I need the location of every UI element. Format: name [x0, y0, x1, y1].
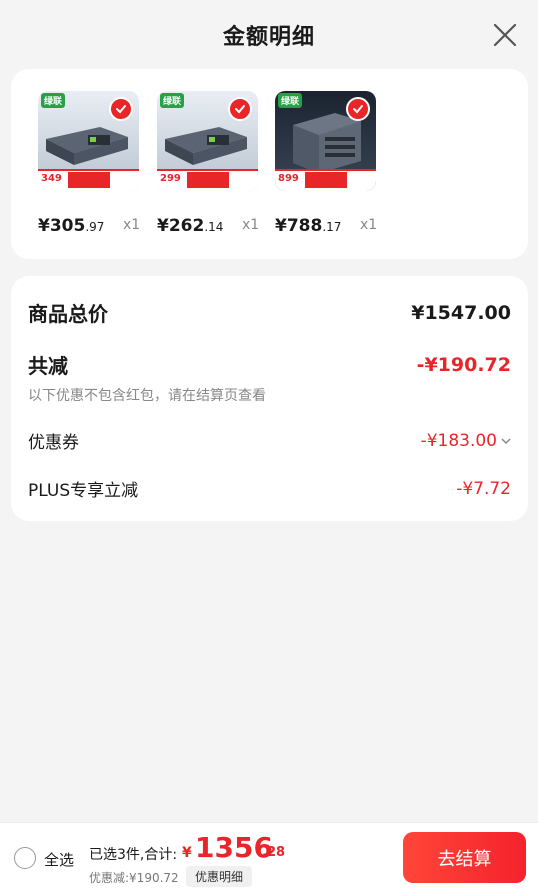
- checked-icon[interactable]: [346, 97, 370, 121]
- discount-detail-button[interactable]: 优惠明细: [186, 866, 253, 887]
- close-icon[interactable]: [492, 22, 518, 48]
- product-price: ¥788.17: [275, 216, 341, 236]
- price-decimal: .14: [204, 220, 224, 234]
- header: 金额明细: [0, 0, 538, 70]
- promo-note-icon: [305, 172, 347, 188]
- plus-value: -¥7.72: [456, 478, 511, 499]
- select-all-radio[interactable]: [14, 847, 36, 869]
- promo-strip: 299: [157, 169, 258, 191]
- goods-total-value: ¥1547.00: [411, 301, 511, 324]
- promo-note-icon: [187, 172, 229, 188]
- promo-note-icon: [68, 172, 110, 188]
- checked-icon[interactable]: [228, 97, 252, 121]
- price-integer: ¥262: [157, 216, 205, 236]
- coupon-row[interactable]: 优惠券 -¥183.00: [28, 428, 511, 453]
- total-reduce-row: 共减 -¥190.72: [28, 350, 511, 379]
- coupon-value-wrap[interactable]: -¥183.00: [421, 431, 511, 451]
- price-decimal: .97: [85, 220, 105, 234]
- product-quantity: x1: [360, 217, 378, 233]
- coupon-value: -¥183.00: [420, 430, 497, 451]
- total-reduce-value: -¥190.72: [416, 353, 511, 376]
- price-summary-card: 商品总价 ¥1547.00 共减 -¥190.72 以下优惠不包含红包，请在结算…: [11, 276, 528, 521]
- total-reduce-label: 共减: [28, 354, 68, 378]
- discount-note: 以下优惠不包含红包，请在结算页查看: [28, 388, 266, 404]
- selected-info: 已选3件,合计:: [89, 847, 178, 863]
- checked-icon[interactable]: [109, 97, 133, 121]
- page-title: 金额明细: [222, 25, 315, 50]
- product-price: ¥305.97: [38, 216, 104, 236]
- plus-label: PLUS专享立减: [28, 481, 139, 501]
- coupon-label: 优惠券: [28, 433, 79, 453]
- product-thumbnail[interactable]: 绿联 349: [38, 91, 139, 191]
- product-price: ¥262.14: [157, 216, 223, 236]
- goods-total-row: 商品总价 ¥1547.00: [28, 298, 511, 327]
- product-list-card: 绿联 349 ¥305.97 x1 绿联 299 ¥262.14 x1 绿联 8…: [11, 69, 528, 259]
- chevron-down-icon[interactable]: [501, 437, 511, 445]
- promo-strip: 899: [275, 169, 376, 191]
- brand-tag: 绿联: [160, 93, 185, 108]
- total-decimal: .28: [262, 845, 286, 860]
- thumb-price: 899: [278, 173, 299, 184]
- discount-amount: 优惠减:¥190.72: [89, 871, 179, 885]
- total-currency: ¥: [182, 845, 192, 861]
- product-quantity: x1: [242, 217, 260, 233]
- thumb-price: 349: [41, 173, 62, 184]
- brand-tag: 绿联: [41, 93, 66, 108]
- thumb-price: 299: [160, 173, 181, 184]
- price-integer: ¥305: [38, 216, 86, 236]
- brand-tag: 绿联: [278, 93, 303, 108]
- checkout-bar: 全选 已选3件,合计: ¥ 1356 .28 优惠减:¥190.72 优惠明细 …: [0, 822, 538, 890]
- product-item[interactable]: 绿联 899 ¥788.17 x1: [275, 91, 377, 236]
- goods-total-label: 商品总价: [28, 302, 108, 326]
- product-quantity: x1: [123, 217, 141, 233]
- checkout-button[interactable]: 去结算: [403, 832, 526, 883]
- plus-reduce-row: PLUS专享立减 -¥7.72: [28, 476, 511, 502]
- price-decimal: .17: [322, 220, 342, 234]
- product-item[interactable]: 绿联 349 ¥305.97 x1: [38, 91, 140, 236]
- promo-strip: 349: [38, 169, 139, 191]
- select-all-label[interactable]: 全选: [44, 849, 74, 870]
- price-integer: ¥788: [275, 216, 323, 236]
- product-item[interactable]: 绿联 299 ¥262.14 x1: [157, 91, 259, 236]
- product-thumbnail[interactable]: 绿联 299: [157, 91, 258, 191]
- product-thumbnail[interactable]: 绿联 899: [275, 91, 376, 191]
